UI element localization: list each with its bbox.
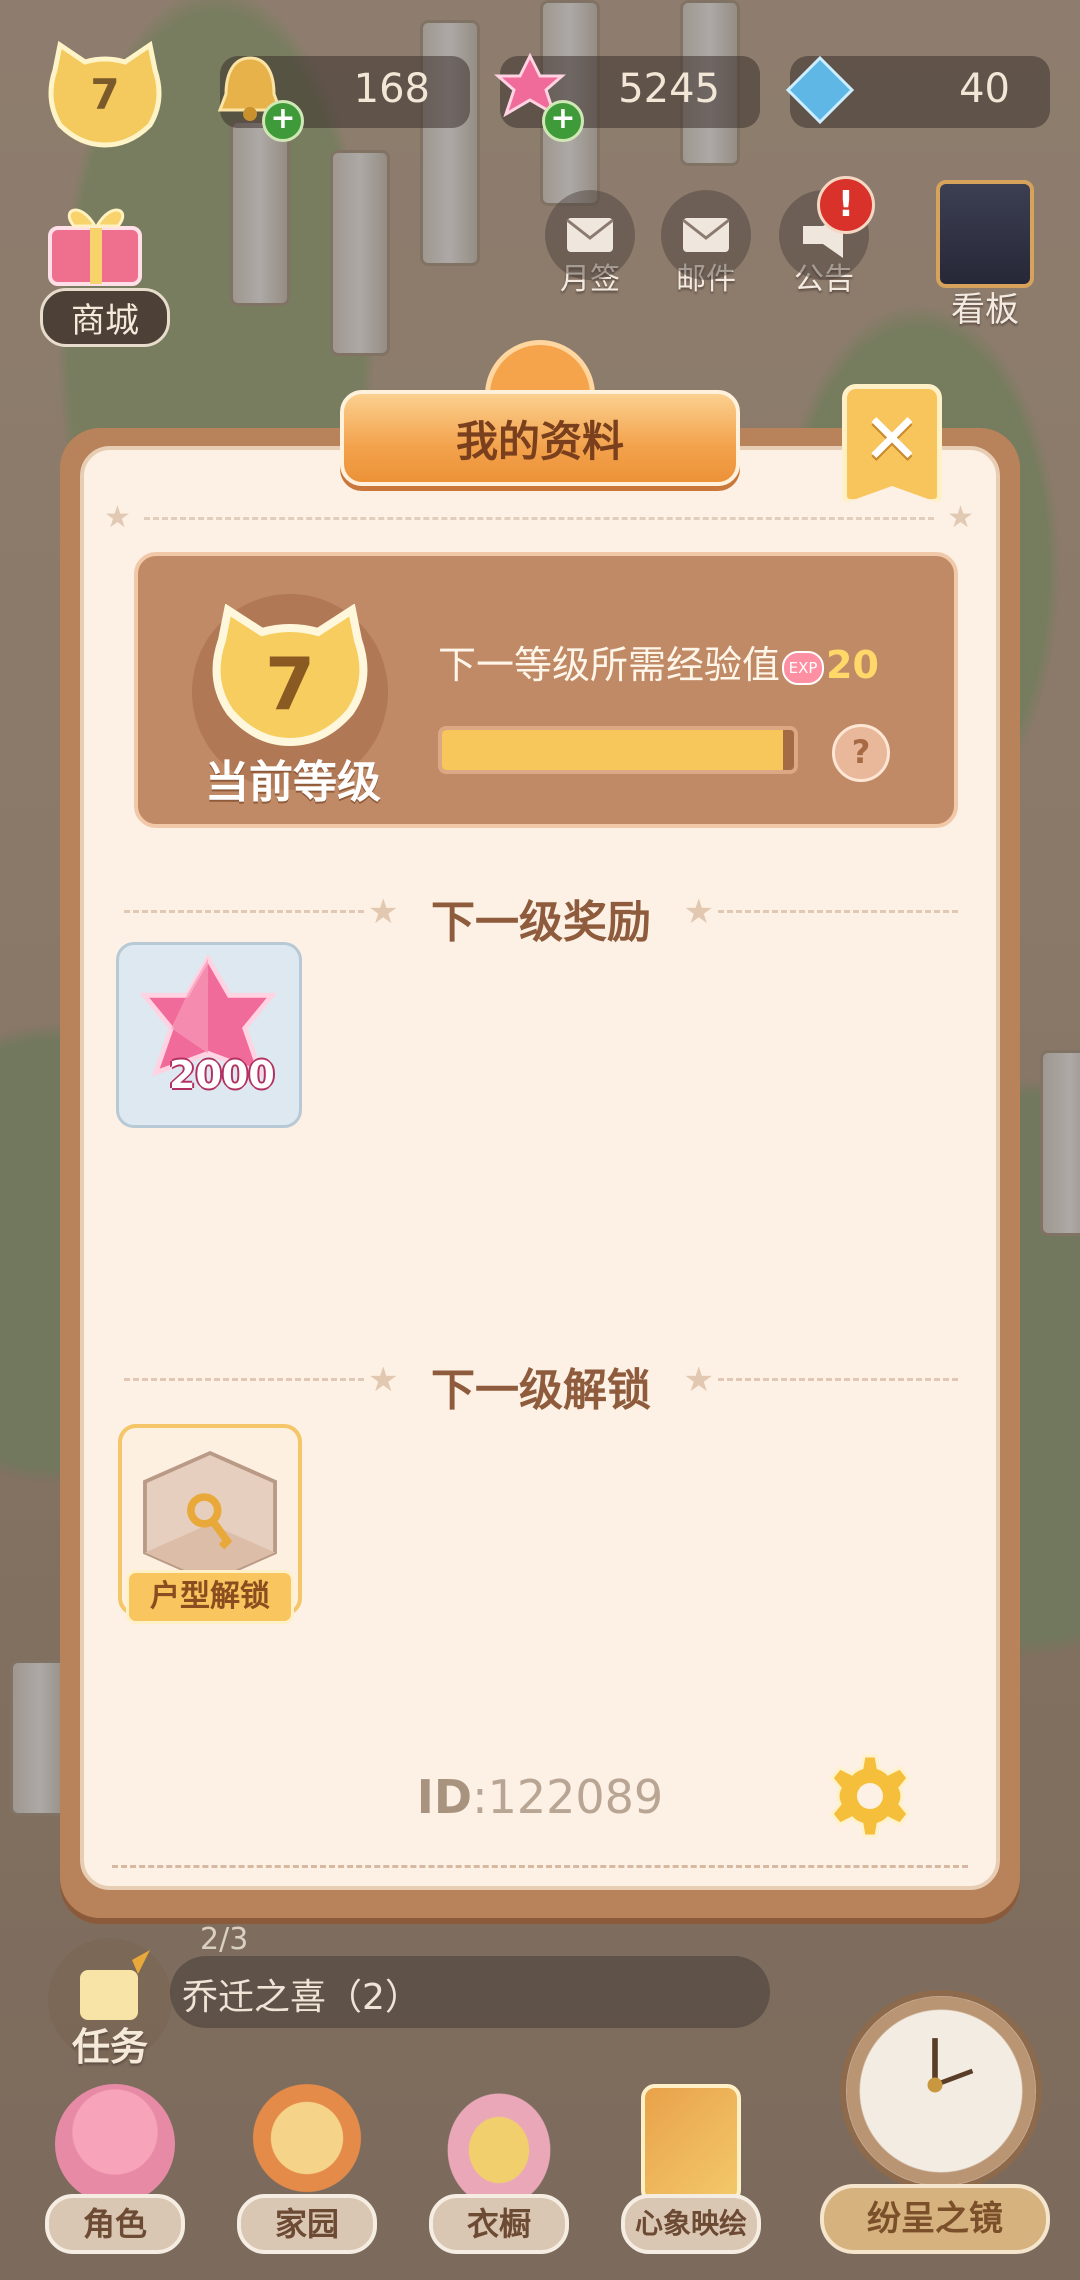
gift-box-icon xyxy=(48,208,142,286)
shop-button[interactable]: 商城 xyxy=(40,190,170,347)
star-icon: ★ xyxy=(104,500,131,535)
dashed-line xyxy=(144,517,934,520)
mirror-label: 纷呈之镜 xyxy=(820,2184,1050,2254)
notification-badge: ! xyxy=(817,176,875,234)
add-bells-button[interactable]: + xyxy=(262,100,304,142)
crystal-currency[interactable]: 40 xyxy=(785,55,1050,128)
nav-home-label: 家园 xyxy=(237,2194,377,2254)
reward-section-title: 下一级奖励 xyxy=(431,897,651,948)
megaphone-icon: ! xyxy=(779,176,875,280)
house-icon xyxy=(247,2084,367,2204)
mirror-button[interactable]: 纷呈之镜 xyxy=(820,1970,1050,2260)
user-id-label: ID xyxy=(416,1770,473,1824)
settings-button[interactable] xyxy=(826,1752,914,1840)
help-button[interactable]: ? xyxy=(832,724,890,782)
star-icon: ★ xyxy=(683,892,714,932)
unlock-section-header: ★ 下一级解锁 ★ xyxy=(124,1348,958,1416)
gem-count: 5245 xyxy=(618,66,720,112)
kanban-button[interactable]: 看板 xyxy=(930,180,1040,331)
user-id-value: :122089 xyxy=(472,1770,664,1824)
exp-progress-bar xyxy=(438,726,798,774)
current-quest[interactable]: 乔迁之喜（2） xyxy=(170,1956,770,2028)
dialog-title-tab: 我的资料 xyxy=(340,340,740,490)
blue-crystal-icon xyxy=(785,55,855,125)
dialog-title: 我的资料 xyxy=(455,417,624,466)
next-level-exp: 下一等级所需经验值 EXP 20 xyxy=(438,634,879,689)
current-level-label: 当前等级 xyxy=(205,757,381,808)
nav-memory-cards-label: 心象映绘 xyxy=(621,2194,761,2254)
reward-section-header: ★ 下一级奖励 ★ xyxy=(124,880,958,948)
monthly-sign-button[interactable]: 月签 xyxy=(540,190,640,298)
unlock-section-title: 下一级解锁 xyxy=(431,1365,651,1416)
clock-icon xyxy=(840,1990,1042,2192)
mail-icon xyxy=(661,190,751,280)
shop-label: 商城 xyxy=(40,288,170,347)
top-divider: ★ ★ xyxy=(104,500,974,535)
nav-character[interactable]: 角色 xyxy=(40,2084,190,2254)
envelope-icon xyxy=(545,190,635,280)
kanban-label: 看板 xyxy=(951,290,1019,330)
user-id: ID:122089 xyxy=(380,1770,700,1824)
mail-button[interactable]: 邮件 xyxy=(656,190,756,298)
current-level-badge: 7 xyxy=(200,603,380,754)
star-icon: ★ xyxy=(683,1360,714,1400)
dashed-line xyxy=(718,1378,958,1381)
exp-progress-fill xyxy=(442,730,784,770)
gear-icon xyxy=(830,1754,910,1838)
gem-currency[interactable]: + 5245 xyxy=(494,52,760,142)
close-icon: ✕ xyxy=(862,398,922,480)
close-button[interactable]: ✕ xyxy=(842,384,942,504)
crystal-count: 40 xyxy=(959,66,1010,112)
bell-currency[interactable]: + 168 xyxy=(217,56,470,142)
reward-amount: 2000 xyxy=(169,1053,275,1097)
player-level: 7 xyxy=(90,70,120,119)
dashed-line xyxy=(718,910,958,913)
player-level-badge[interactable]: 7 xyxy=(40,40,170,150)
exp-icon: EXP xyxy=(782,650,825,685)
character-portrait-icon xyxy=(936,180,1034,288)
current-level-number: 7 xyxy=(264,642,316,726)
current-quest-name: 乔迁之喜（2） xyxy=(182,1977,421,2018)
pink-gem-icon xyxy=(139,953,278,1077)
next-level-exp-value: 20 xyxy=(826,643,879,687)
nav-character-label: 角色 xyxy=(45,2194,185,2254)
quest-count: 2/3 xyxy=(200,1922,249,1957)
nav-wardrobe[interactable]: 衣橱 xyxy=(424,2084,574,2254)
nav-wardrobe-label: 衣橱 xyxy=(429,2194,569,2254)
next-level-exp-text: 下一等级所需经验值 xyxy=(438,643,781,687)
dialog-stitch-border xyxy=(112,1865,968,1868)
announcement-button[interactable]: ! 公告 xyxy=(774,176,875,298)
bottom-nav: 角色 家园 衣橱 心象映绘 纷呈之镜 xyxy=(0,1990,1080,2280)
level-card: 7 当前等级 下一等级所需经验值 EXP 20 ? xyxy=(134,552,958,828)
nav-home[interactable]: 家园 xyxy=(232,2084,382,2254)
hat-icon xyxy=(439,2084,559,2204)
bell-count: 168 xyxy=(353,66,430,112)
cards-icon xyxy=(641,2084,741,2204)
unlock-label: 户型解锁 xyxy=(126,1570,294,1624)
character-icon xyxy=(55,2084,175,2204)
star-icon: ★ xyxy=(947,500,974,535)
nav-memory-cards[interactable]: 心象映绘 xyxy=(616,2084,766,2254)
reward-item-gems[interactable]: 2000 xyxy=(116,942,302,1128)
add-gems-button[interactable]: + xyxy=(542,100,584,142)
